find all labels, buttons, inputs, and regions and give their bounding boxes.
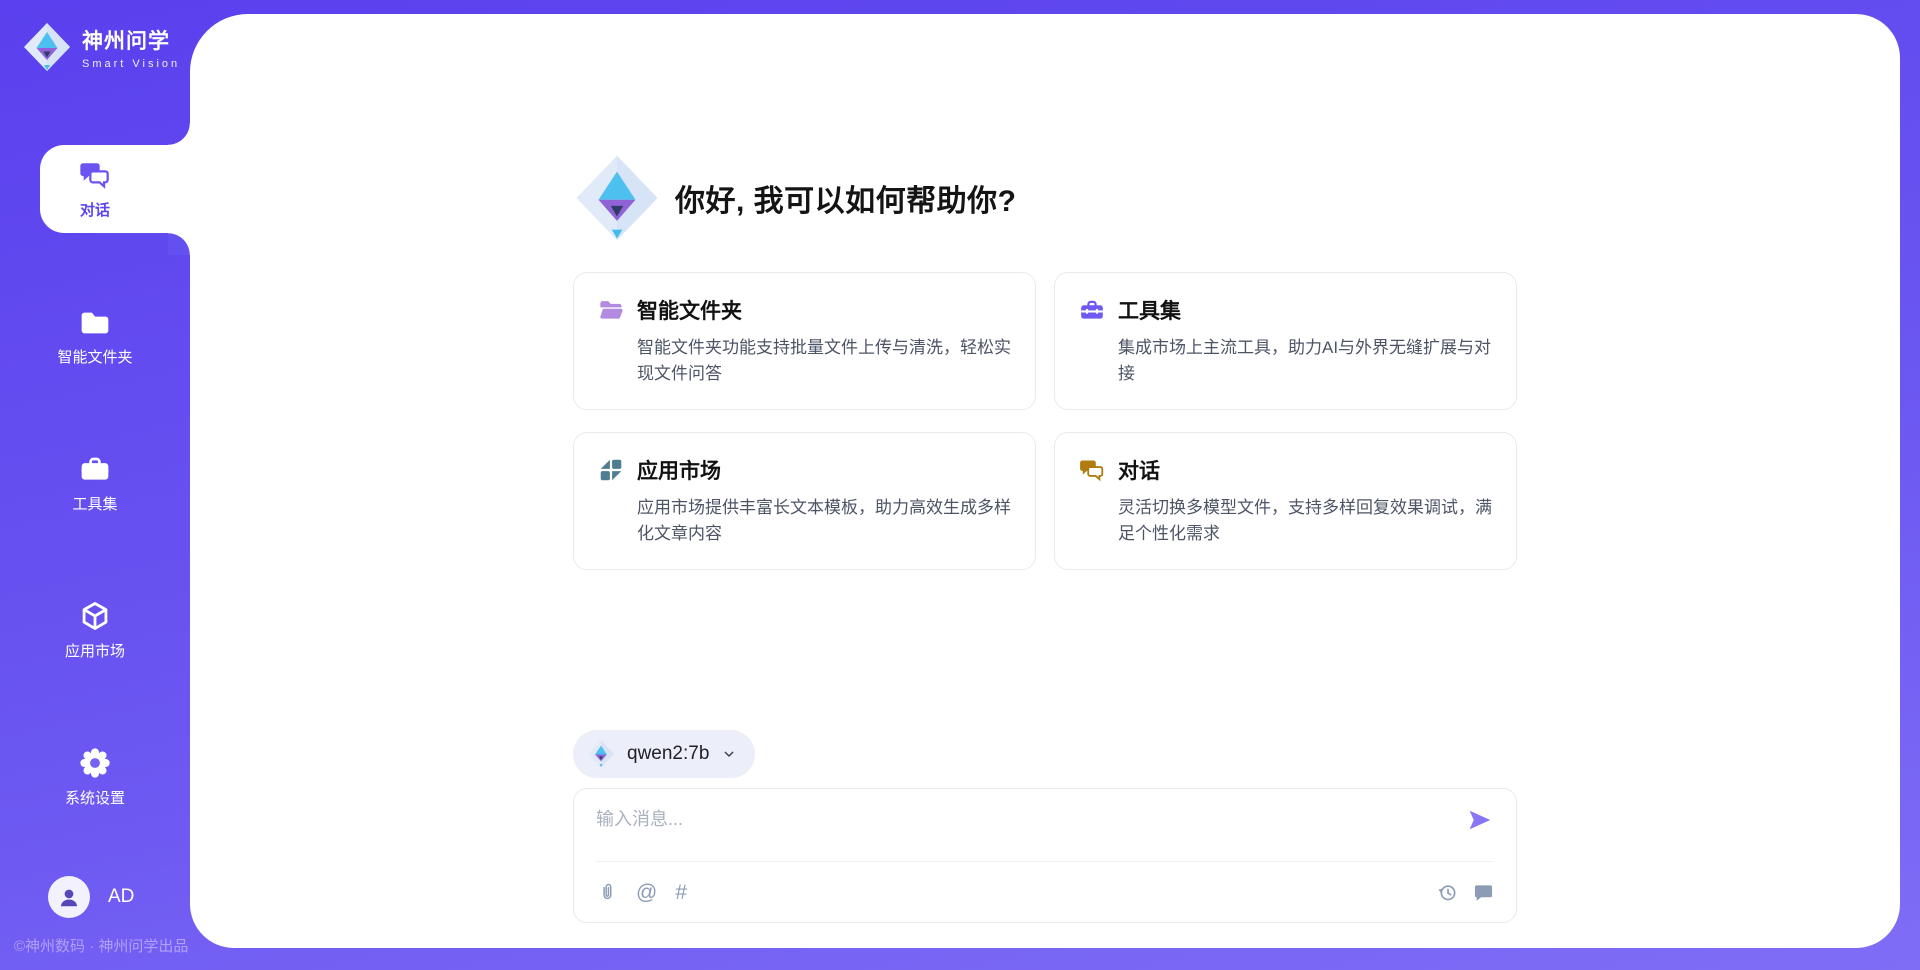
open-folder-icon [598, 297, 624, 323]
comment-button[interactable] [1472, 881, 1494, 903]
sidebar-item-label: 工具集 [72, 493, 117, 514]
model-selector[interactable]: qwen2:7b [573, 730, 755, 778]
bubble-fillet-top [168, 123, 190, 145]
send-plane-icon [1467, 807, 1493, 833]
message-composer: @ # [573, 788, 1517, 923]
chevron-down-icon [721, 746, 737, 762]
card-toolset[interactable]: 工具集 集成市场上主流工具，助力AI与外界无缝扩展与对接 [1054, 272, 1517, 410]
app-grid-icon [598, 457, 624, 483]
sidebar-item-label: 系统设置 [65, 787, 125, 808]
person-icon [56, 884, 82, 910]
hash-icon[interactable]: # [675, 882, 687, 903]
card-title: 应用市场 [637, 455, 721, 485]
sidebar-item-app-market[interactable]: 应用市场 [0, 586, 190, 674]
sidebar-item-toolset[interactable]: 工具集 [0, 439, 190, 527]
message-input[interactable] [596, 803, 1466, 830]
chat-bubbles-icon [79, 159, 111, 191]
avatar [48, 876, 90, 918]
sidebar-item-label: 智能文件夹 [57, 346, 132, 367]
sidebar-item-chat[interactable]: 对话 [0, 145, 190, 233]
user-initials: AD [108, 886, 134, 908]
bubble-fillet-bottom [168, 233, 190, 255]
card-description: 智能文件夹功能支持批量文件上传与清洗，轻松实现文件问答 [637, 335, 1011, 387]
user-account[interactable]: AD [48, 876, 134, 918]
at-icon[interactable]: @ [636, 882, 657, 903]
gear-icon [79, 747, 111, 779]
main-panel: 你好, 我可以如何帮助你? 智能文件夹 智能文件夹功能支持批量文件上传与清洗，轻… [190, 14, 1900, 948]
attach-file-button[interactable] [596, 881, 618, 903]
diamond-logo-icon [573, 154, 661, 242]
brand-subtitle: Smart Vision [82, 58, 180, 70]
chat-bubbles-icon [1079, 457, 1105, 483]
sidebar-item-settings[interactable]: 系统设置 [0, 733, 190, 821]
toolbox-icon [79, 453, 111, 485]
brand-logo: 神州问学 Smart Vision [22, 22, 180, 72]
sidebar-item-label: 应用市场 [65, 640, 125, 661]
diamond-logo-icon [22, 22, 72, 72]
folder-icon [79, 306, 111, 338]
app-window: 神州问学 Smart Vision 对话 智能文件夹 工具集 [0, 0, 1920, 970]
card-title: 智能文件夹 [637, 295, 742, 325]
model-name: qwen2:7b [627, 743, 709, 765]
sidebar: 神州问学 Smart Vision 对话 智能文件夹 工具集 [0, 0, 190, 970]
history-button[interactable] [1436, 881, 1458, 903]
comment-icon [1473, 882, 1494, 903]
card-description: 应用市场提供丰富长文本模板，助力高效生成多样化文章内容 [637, 495, 1011, 547]
toolbox-icon [1079, 297, 1105, 323]
card-title: 对话 [1118, 455, 1160, 485]
greeting-block: 你好, 我可以如何帮助你? [573, 154, 1517, 242]
send-button[interactable] [1466, 807, 1494, 835]
card-smart-folders[interactable]: 智能文件夹 智能文件夹功能支持批量文件上传与清洗，轻松实现文件问答 [573, 272, 1036, 410]
card-description: 集成市场上主流工具，助力AI与外界无缝扩展与对接 [1118, 335, 1492, 387]
sidebar-item-label: 对话 [80, 199, 110, 220]
greeting-title: 你好, 我可以如何帮助你? [675, 176, 1017, 220]
history-icon [1437, 882, 1458, 903]
brand-name: 神州问学 [82, 25, 180, 55]
cube-icon [79, 600, 111, 632]
paperclip-icon [597, 882, 618, 903]
card-app-market[interactable]: 应用市场 应用市场提供丰富长文本模板，助力高效生成多样化文章内容 [573, 432, 1036, 570]
diamond-logo-icon [587, 740, 615, 768]
card-description: 灵活切换多模型文件，支持多样回复效果调试，满足个性化需求 [1118, 495, 1492, 547]
copyright-text: ©神州数码 · 神州问学出品 [14, 935, 188, 956]
card-title: 工具集 [1118, 295, 1181, 325]
card-chat[interactable]: 对话 灵活切换多模型文件，支持多样回复效果调试，满足个性化需求 [1054, 432, 1517, 570]
sidebar-item-smart-folders[interactable]: 智能文件夹 [0, 292, 190, 380]
feature-cards: 智能文件夹 智能文件夹功能支持批量文件上传与清洗，轻松实现文件问答 工具集 集成… [573, 272, 1517, 570]
